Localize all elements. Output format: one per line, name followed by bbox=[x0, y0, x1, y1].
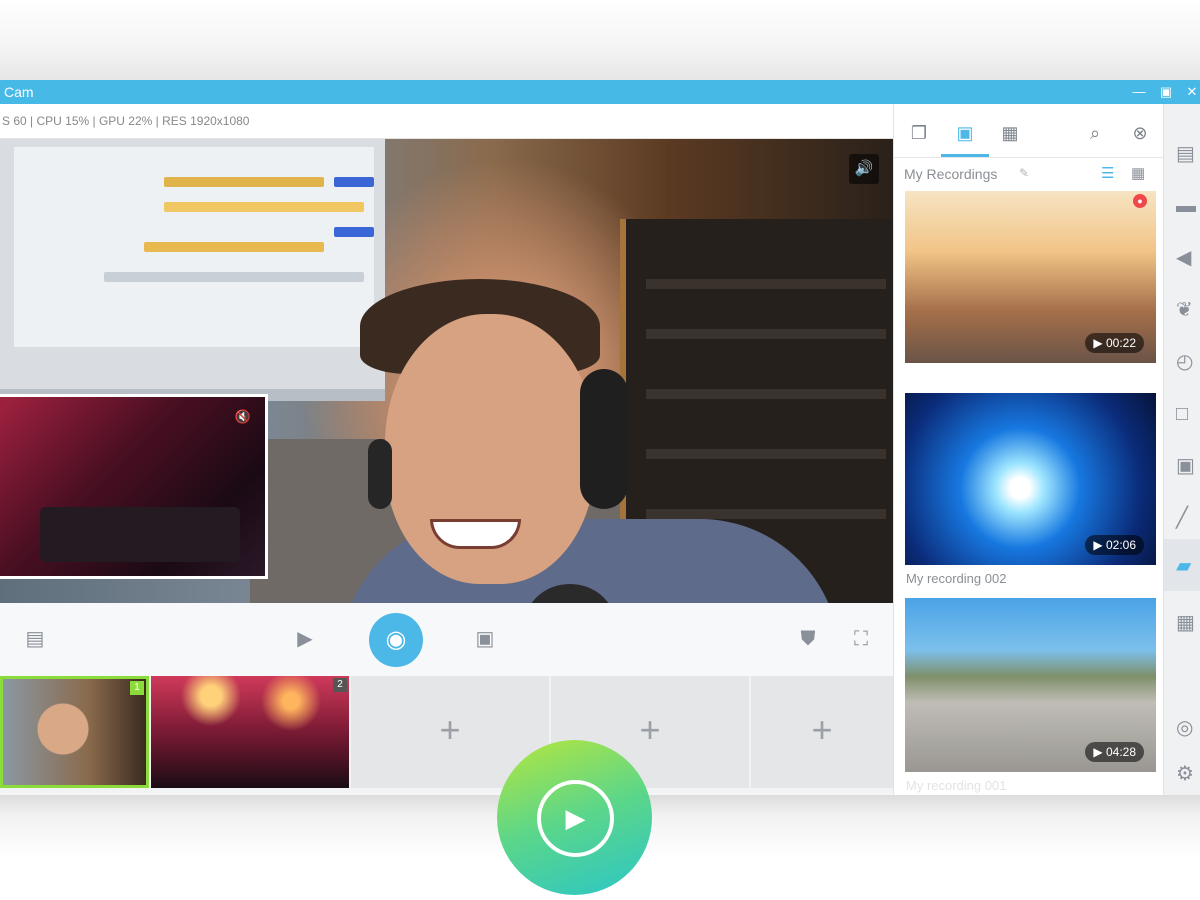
minimize-icon[interactable]: — bbox=[1131, 84, 1147, 100]
stats-bar: S 60 | CPU 15% | GPU 22% | RES 1920x1080 bbox=[0, 104, 893, 139]
grid-icon[interactable]: ▦ bbox=[1176, 609, 1200, 637]
edit-icon[interactable]: ✎ bbox=[1019, 166, 1029, 180]
search-icon[interactable]: ⌕ bbox=[1080, 118, 1110, 148]
headphone-right bbox=[580, 369, 628, 509]
magic-wand-icon[interactable]: ╱ bbox=[1176, 504, 1200, 532]
volume-icon[interactable]: 🔊 bbox=[849, 154, 879, 184]
recording-label: My recording 002 bbox=[906, 571, 1007, 586]
close-icon[interactable]: ✕ bbox=[1184, 84, 1200, 100]
mute-icon[interactable]: 🔇 bbox=[235, 409, 251, 425]
screen-icon[interactable]: ▬ bbox=[1176, 192, 1200, 220]
scene-thumb-2[interactable]: 2 bbox=[151, 676, 349, 788]
plus-icon: + bbox=[639, 709, 661, 750]
fullscreen-icon[interactable]: ⛶ bbox=[844, 622, 878, 656]
scene-number: 2 bbox=[333, 678, 347, 692]
scene-thumb-1[interactable]: 1 bbox=[0, 676, 149, 788]
settings-icon[interactable]: ⚙ bbox=[1176, 760, 1200, 788]
recordings-icon[interactable]: ▣ bbox=[950, 118, 980, 148]
stats-text: S 60 | CPU 15% | GPU 22% | RES 1920x1080 bbox=[2, 114, 250, 128]
plus-icon: + bbox=[811, 709, 833, 750]
close-circle-icon[interactable]: ⊗ bbox=[1125, 118, 1155, 148]
delete-icon[interactable]: ● bbox=[1133, 194, 1147, 208]
monitor-icon[interactable]: ▣ bbox=[1176, 452, 1200, 480]
layers-icon[interactable]: ▤ bbox=[1176, 140, 1200, 168]
scene-strip: 1 2 + + + bbox=[0, 676, 893, 793]
title-bar: Cam — ▣ ✕ bbox=[0, 80, 1200, 104]
recordings-panel: ❐ ▣ ▦ ⌕ ⊗ My Recordings ✎ ☰ ▦ ▶ 00:22 ● … bbox=[893, 104, 1164, 795]
timer-icon[interactable]: ◴ bbox=[1176, 348, 1200, 376]
pip-dj-deck bbox=[40, 507, 240, 562]
gallery-icon[interactable]: ▦ bbox=[995, 118, 1025, 148]
video-camera-icon[interactable]: ▶ bbox=[288, 622, 322, 656]
layout-icon[interactable]: ▤ bbox=[18, 622, 52, 656]
app-window: Cam — ▣ ✕ S 60 | CPU 15% | GPU 22% | RES… bbox=[0, 80, 1200, 795]
scene-number: 1 bbox=[130, 681, 144, 695]
headphone-left bbox=[368, 439, 392, 509]
recording-card[interactable]: ▶ 02:06 bbox=[905, 393, 1156, 565]
scenes-icon[interactable]: ❐ bbox=[904, 118, 934, 148]
plus-icon: + bbox=[439, 709, 461, 750]
top-shadow bbox=[0, 0, 1200, 80]
control-bar: ▤ ▶ ◉ ▣ ⛊ ⛶ bbox=[0, 603, 893, 677]
globe-icon[interactable]: ◎ bbox=[1176, 714, 1200, 742]
mask-icon[interactable]: ⛊ bbox=[791, 622, 825, 656]
grid-view-icon[interactable]: ▦ bbox=[1131, 164, 1145, 182]
recording-card[interactable]: ▶ 00:22 bbox=[905, 191, 1156, 363]
recording-duration: ▶ 00:22 bbox=[1085, 333, 1144, 353]
list-view-icon[interactable]: ☰ bbox=[1101, 164, 1114, 182]
effects-icon[interactable]: ❦ bbox=[1176, 296, 1200, 324]
recording-duration: ▶ 04:28 bbox=[1085, 742, 1144, 762]
pip-overlay[interactable]: 🔇 bbox=[0, 394, 268, 579]
recording-label: My recording 001 bbox=[906, 778, 1007, 793]
recording-card[interactable]: ▶ 04:28 bbox=[905, 598, 1156, 772]
recording-duration: ▶ 02:06 bbox=[1085, 535, 1144, 555]
audio-icon[interactable]: ◀ bbox=[1176, 244, 1200, 272]
main-preview[interactable]: 🔊 🔇 bbox=[0, 139, 893, 603]
app-title: Cam bbox=[4, 84, 34, 100]
recordings-title: My Recordings bbox=[904, 166, 998, 182]
camera-icon[interactable]: ▣ bbox=[468, 622, 502, 656]
media-icon[interactable]: ▰ bbox=[1176, 552, 1200, 580]
restore-icon[interactable]: ▣ bbox=[1158, 84, 1174, 100]
add-scene-button[interactable]: + bbox=[751, 676, 893, 788]
play-button[interactable]: ▶ bbox=[497, 740, 652, 895]
tools-sidebar: ▤ ▬ ◀ ❦ ◴ □ ▣ ╱ ▰ ▦ ◎ ⚙ bbox=[1163, 104, 1200, 795]
studio-monitor bbox=[0, 139, 385, 401]
chat-icon[interactable]: □ bbox=[1176, 400, 1200, 428]
play-icon: ▶ bbox=[537, 780, 614, 857]
broadcast-icon[interactable]: ◉ bbox=[369, 613, 423, 667]
